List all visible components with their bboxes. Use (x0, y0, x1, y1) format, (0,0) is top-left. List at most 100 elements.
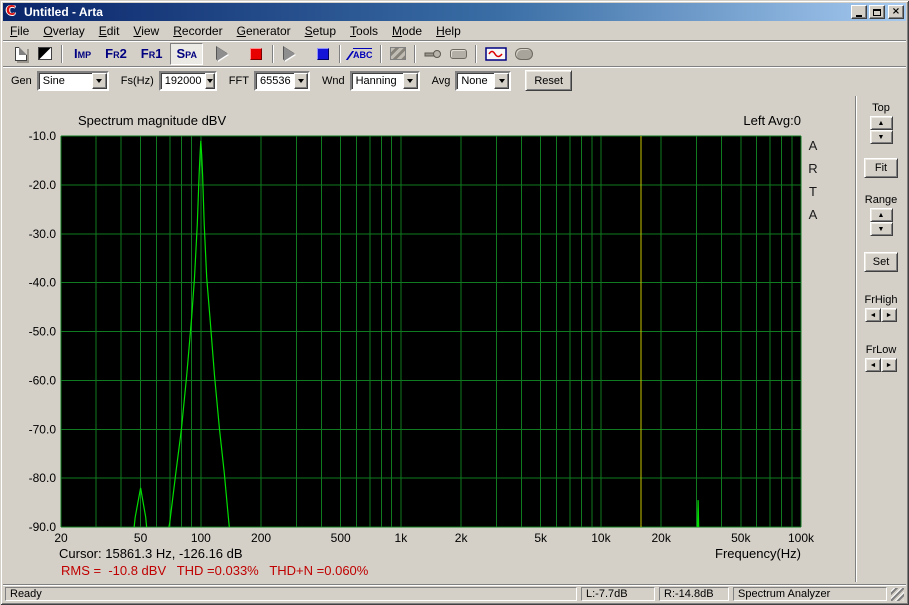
range-up-button[interactable]: ▲ (869, 208, 893, 222)
fft-value: 65536 (259, 74, 291, 87)
frhigh-left-button[interactable]: ◄ (865, 308, 881, 322)
menu-mode[interactable]: Mode (385, 22, 429, 40)
hatched-display-button[interactable] (387, 43, 409, 65)
gray-rounded-icon (515, 47, 534, 60)
app-window: C Untitled - Arta × File Overlay Edit Vi… (0, 0, 909, 605)
svg-text:20: 20 (54, 531, 68, 545)
dropdown-arrow-icon[interactable] (91, 72, 107, 89)
dropdown-arrow-icon[interactable] (402, 72, 418, 89)
hatched-icon (390, 47, 407, 60)
close-button[interactable]: × (888, 5, 904, 19)
measurement-readout: RMS = -10.8 dBV THD =0.033% THD+N =0.060… (61, 563, 369, 578)
stop-button[interactable] (312, 43, 334, 65)
stop-icon (316, 47, 329, 60)
right-control-panel: Top ▲ ▼ Fit Range ▲ ▼ Set FrHigh ◄ ► FrL… (855, 96, 906, 582)
fs-combo[interactable]: 192000 (158, 70, 217, 91)
dropdown-arrow-icon[interactable] (494, 72, 510, 89)
play-button[interactable] (212, 43, 234, 65)
frhigh-label: FrHigh (864, 294, 898, 306)
settings-toolbar: Gen Sine Fs(Hz) 192000 FFT 65536 Wnd Han… (3, 66, 906, 94)
dropdown-arrow-icon[interactable] (204, 72, 215, 89)
frlow-label: FrLow (865, 344, 897, 356)
plot-avg-indicator: Left Avg:0 (743, 113, 801, 128)
menu-view[interactable]: View (126, 22, 166, 40)
svg-text:2k: 2k (455, 531, 469, 545)
imp-mode-button[interactable]: Imp (68, 43, 97, 65)
left-level-indicator: L:-7.7dB (581, 587, 655, 601)
menu-generator[interactable]: Generator (230, 22, 298, 40)
top-down-button[interactable]: ▼ (869, 130, 893, 144)
spectrum-plot[interactable]: -10.0 -20.0 -30.0 -40.0 -50.0 -60.0 -70.0 -80.0… (4, 96, 850, 582)
record-button[interactable] (245, 43, 267, 65)
toolbar-separator (475, 44, 478, 63)
svg-text:-20.0: -20.0 (29, 178, 57, 192)
avg-combo[interactable]: None (455, 70, 512, 91)
right-level-indicator: R:-14.8dB (659, 587, 729, 601)
avg-label: Avg (431, 74, 451, 87)
menu-recorder[interactable]: Recorder (166, 22, 229, 40)
menu-overlay[interactable]: Overlay (36, 22, 91, 40)
title-bar: C Untitled - Arta × (3, 3, 906, 21)
reset-button[interactable]: Reset (525, 70, 573, 91)
fr2-mode-button[interactable]: Fr2 (99, 43, 133, 65)
gen-label: Gen (11, 74, 32, 87)
top-spinner: ▲ ▼ (869, 116, 893, 144)
svg-text:-80.0: -80.0 (29, 471, 57, 485)
svg-text:5k: 5k (534, 531, 548, 545)
menu-bar: File Overlay Edit View Recorder Generato… (3, 21, 906, 40)
wnd-combo[interactable]: Hanning (349, 70, 420, 91)
probe-pin-button[interactable] (421, 43, 445, 65)
resize-grip[interactable] (891, 588, 904, 601)
menu-file[interactable]: File (3, 22, 36, 40)
gen-value: Sine (42, 74, 65, 87)
status-bar: Ready L:-7.7dB R:-14.8dB Spectrum Analyz… (3, 584, 906, 602)
top-up-button[interactable]: ▲ (869, 116, 893, 130)
abc-marker-icon: ABC (345, 47, 373, 60)
svg-text:-10.0: -10.0 (29, 129, 57, 143)
set-button[interactable]: Set (864, 252, 898, 272)
overlay-icon (38, 47, 52, 60)
gen-combo[interactable]: Sine (36, 70, 109, 91)
generator-play-button[interactable] (279, 43, 301, 65)
fit-button[interactable]: Fit (864, 158, 898, 178)
sine-generator-button[interactable] (482, 43, 510, 65)
svg-text:100k: 100k (788, 531, 815, 545)
plot-title: Spectrum magnitude dBV (78, 113, 227, 128)
maximize-icon (873, 8, 881, 16)
frlow-right-button[interactable]: ► (881, 358, 897, 372)
x-axis-tick-labels: 20 50 100 200 500 1k 2k 5k 10k 20k 50k 100k (54, 531, 815, 545)
fft-combo[interactable]: 65536 (253, 70, 310, 91)
svg-text:1k: 1k (395, 531, 409, 545)
fft-field: FFT 65536 (228, 70, 310, 91)
fft-label: FFT (228, 74, 249, 87)
svg-text:200: 200 (251, 531, 271, 545)
spectrum-graph-panel[interactable]: -10.0 -20.0 -30.0 -40.0 -50.0 -60.0 -70.0 -80.0… (4, 96, 850, 582)
record-icon (249, 47, 262, 60)
arta-watermark: A R T A (808, 138, 818, 222)
gray-rounded-button[interactable] (512, 43, 536, 65)
maximize-button[interactable] (869, 5, 885, 19)
dropdown-arrow-icon[interactable] (293, 72, 308, 89)
toolbar-separator (414, 44, 417, 63)
menu-edit[interactable]: Edit (92, 22, 127, 40)
menu-tools[interactable]: Tools (343, 22, 385, 40)
frhigh-right-button[interactable]: ► (881, 308, 897, 322)
spa-mode-button[interactable]: Spa (170, 42, 203, 65)
gray-slot-button[interactable] (447, 43, 470, 65)
menu-setup[interactable]: Setup (298, 22, 343, 40)
sine-wave-icon (485, 46, 508, 61)
fs-value: 192000 (164, 74, 202, 87)
new-file-button[interactable] (10, 43, 32, 65)
range-down-button[interactable]: ▼ (869, 222, 893, 236)
overlay-button[interactable] (34, 43, 56, 65)
fr1-mode-button[interactable]: Fr1 (135, 43, 169, 65)
fs-label: Fs(Hz) (120, 74, 154, 87)
svg-text:-30.0: -30.0 (29, 227, 57, 241)
wnd-field: Wnd Hanning (322, 70, 420, 91)
wnd-value: Hanning (355, 74, 397, 87)
marker-label-button[interactable]: ABC (345, 43, 376, 65)
frlow-left-button[interactable]: ◄ (865, 358, 881, 372)
menu-help[interactable]: Help (429, 22, 468, 40)
range-spinner: ▲ ▼ (869, 208, 893, 236)
minimize-button[interactable] (851, 5, 867, 19)
